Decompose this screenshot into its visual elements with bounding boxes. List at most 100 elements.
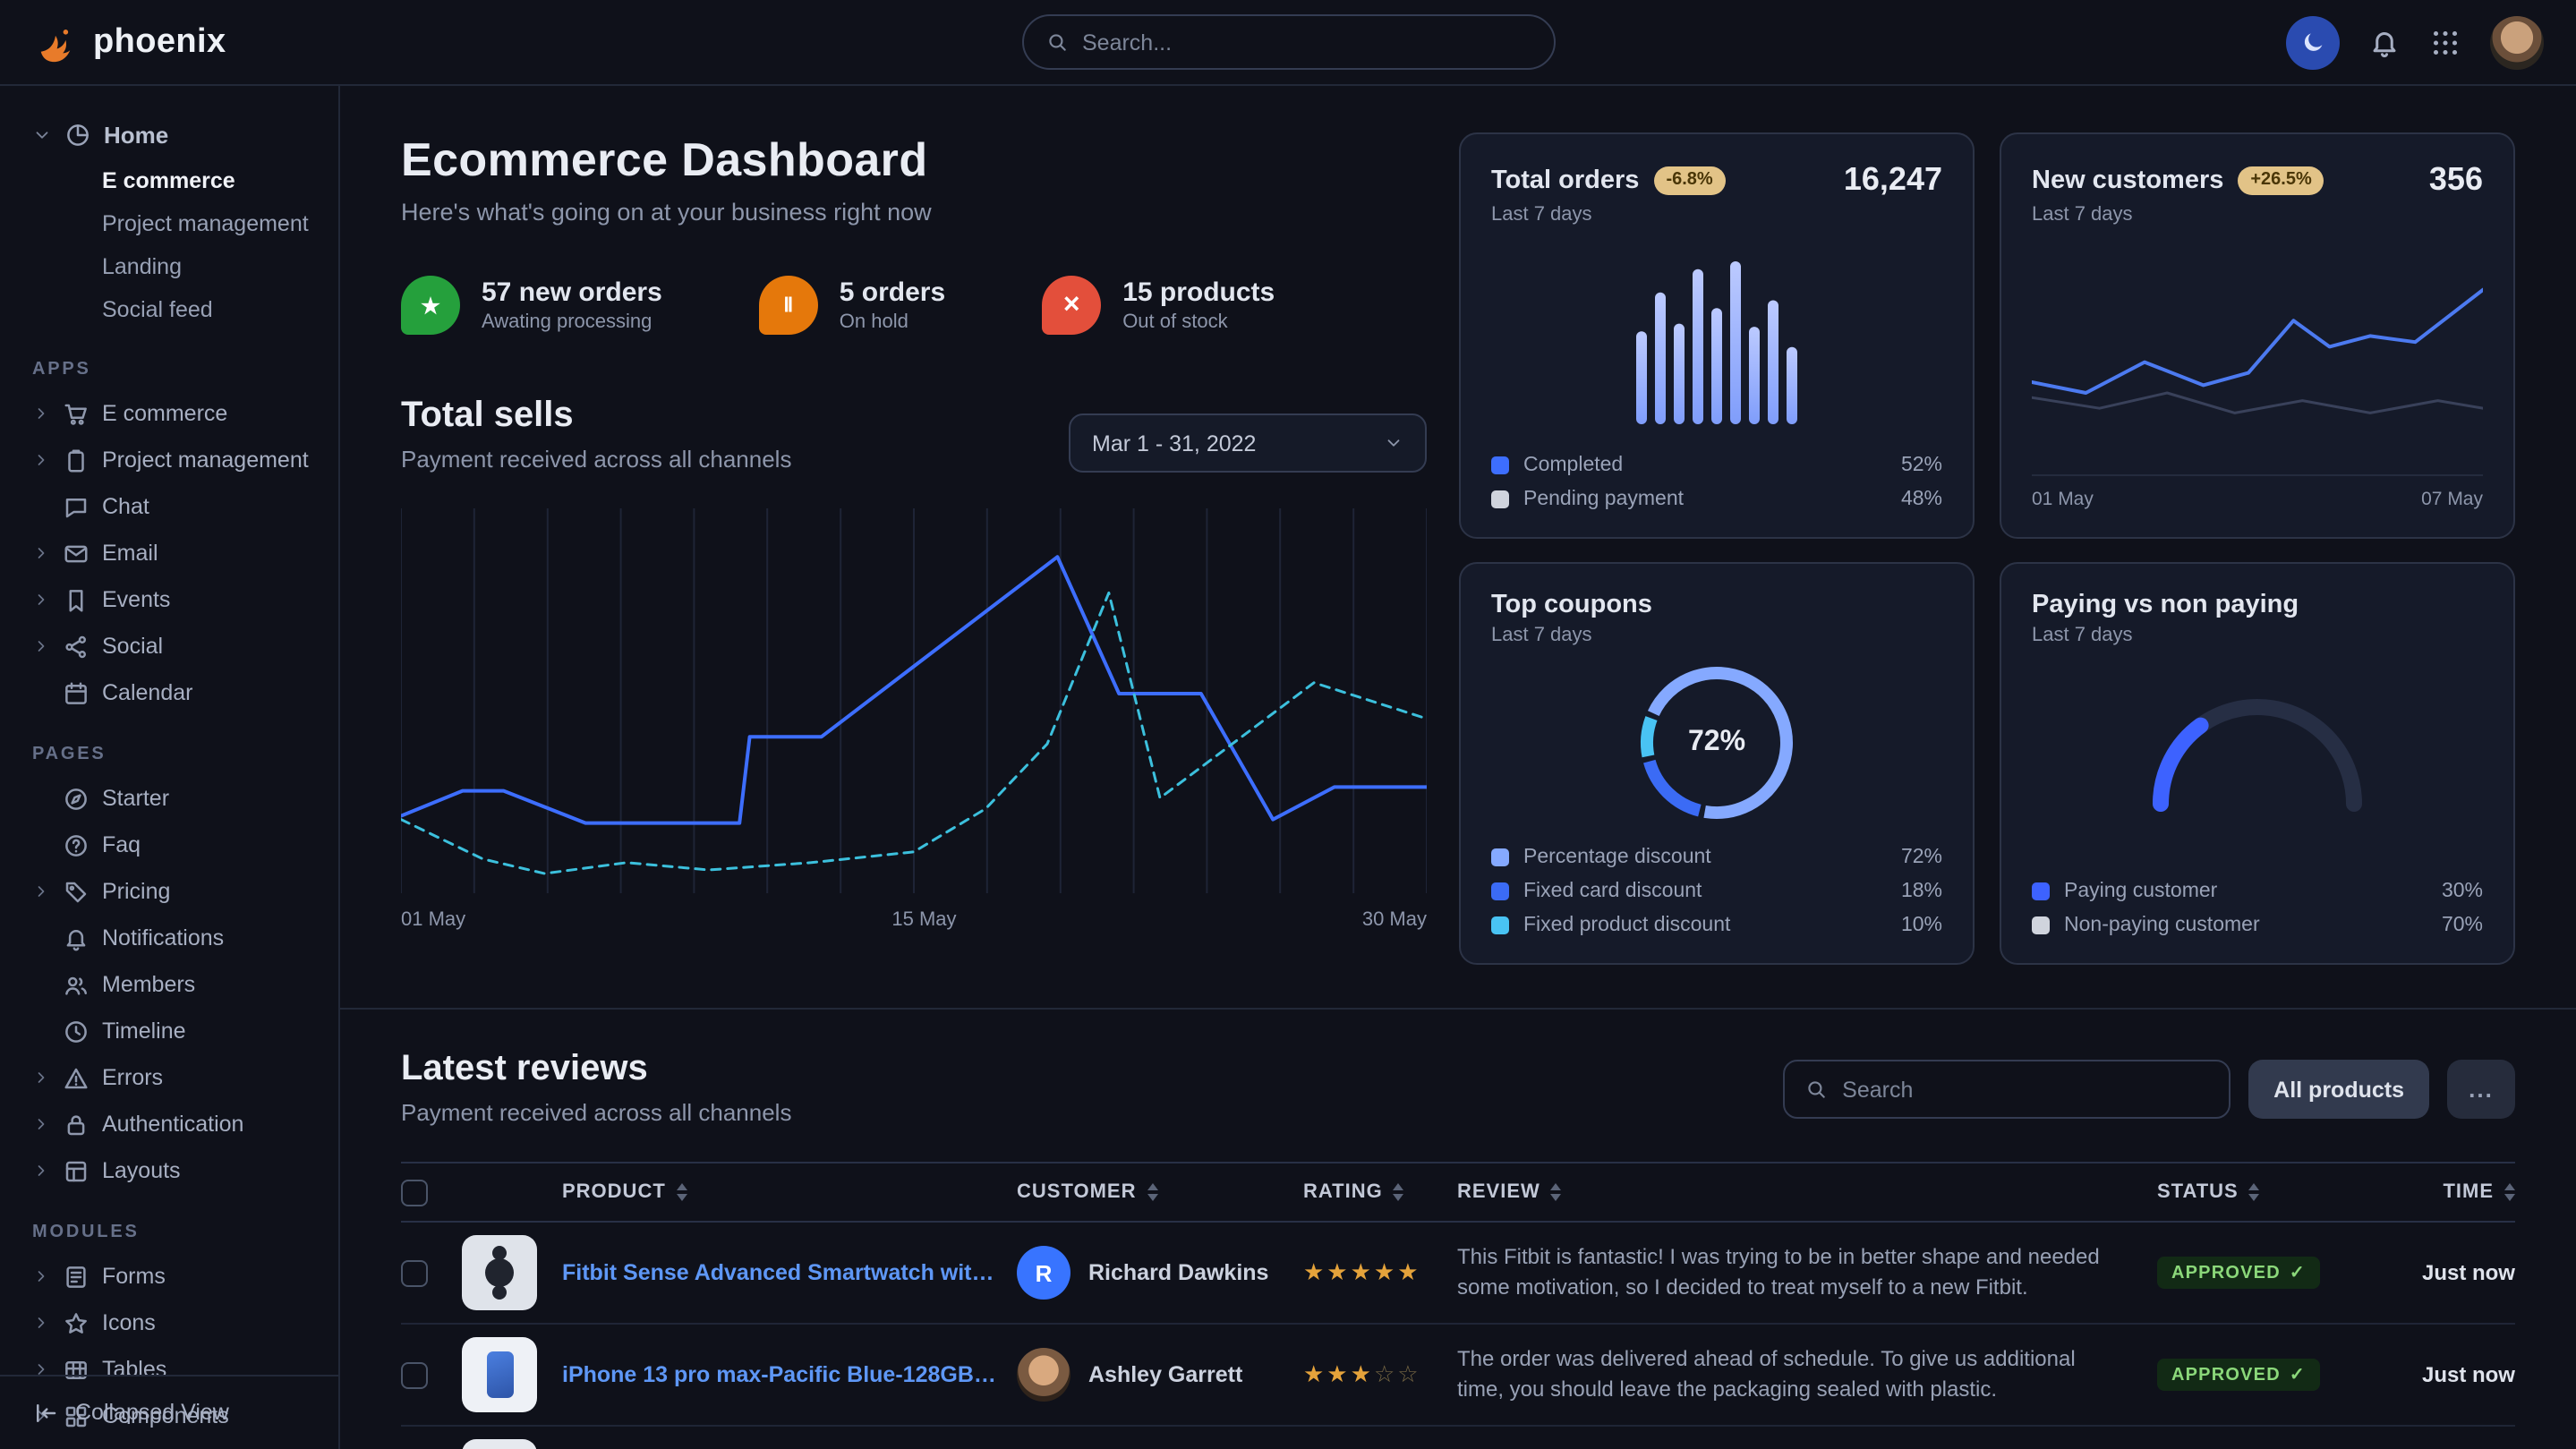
legend-item: Fixed card discount 18% [1491,881,1942,902]
question-icon [63,831,90,858]
legend-swatch [1491,456,1509,474]
chevron-spacer [32,1022,50,1040]
legend-item: Fixed product discount 10% [1491,915,1942,936]
collapsed-view-toggle[interactable]: Collapsed View [0,1374,338,1449]
sidebar-item-timeline[interactable]: Timeline [0,1008,338,1054]
legend-item: Non-paying customer 70% [2032,915,2483,936]
reviews-search [1783,1060,2231,1119]
sidebar-item-calendar[interactable]: Calendar [0,669,338,716]
stat-label: On hold [840,311,945,333]
sidebar-item-label: Forms [102,1264,166,1289]
table-row: iPhone 13 pro max-Pacific Blue-128GB sto… [401,1325,2515,1427]
stat-item: ★ 57 new orders Awating processing [401,276,662,335]
legend-label: Pending payment [1523,489,1684,510]
sort-icon [677,1183,687,1201]
card-value: 16,247 [1844,161,1942,199]
sidebar-item-events[interactable]: Events [0,576,338,623]
table-row: Fitbit Sense Advanced Smartwatch with To… [401,1223,2515,1325]
collapse-icon [32,1399,59,1426]
sidebar-subitem-e-commerce[interactable]: E commerce [0,159,338,202]
more-options-button[interactable]: ... [2447,1060,2515,1119]
sidebar-item-forms[interactable]: Forms [0,1253,338,1300]
legend-value: 72% [1901,847,1942,868]
reviews-table: PRODUCTCUSTOMERRATINGREVIEWSTATUSTIME Fi… [401,1162,2515,1449]
column-header-product[interactable]: PRODUCT [462,1181,1017,1203]
sort-icon [1394,1183,1404,1201]
sidebar-item-label: Calendar [102,680,192,705]
sidebar-item-label: Timeline [102,1019,186,1044]
row-checkbox[interactable] [401,1361,428,1388]
star-icon [63,1309,90,1336]
apps-grid-icon[interactable] [2429,26,2461,58]
sidebar-item-label: E commerce [102,401,227,426]
x-axis-label: 15 May [891,909,956,931]
chevron-down-icon [1384,433,1403,453]
review-time: Just now [2358,1362,2515,1387]
product-link[interactable]: iPhone 13 pro max-Pacific Blue-128GB sto… [562,1362,999,1387]
sidebar-item-label: Icons [102,1310,156,1335]
product-link[interactable]: Fitbit Sense Advanced Smartwatch with To… [562,1260,999,1285]
chevron-right-icon [32,1162,50,1180]
sidebar-item-e-commerce[interactable]: E commerce [0,390,338,437]
sort-icon [2249,1183,2260,1201]
sidebar-item-chat[interactable]: Chat [0,483,338,530]
sidebar-section-label: MODULES [0,1223,338,1242]
sidebar-item-errors[interactable]: Errors [0,1054,338,1101]
card-period: Last 7 days [2032,625,2483,646]
customer-avatar [1017,1348,1070,1402]
select-all-checkbox[interactable] [401,1179,428,1206]
date-range-select[interactable]: Mar 1 - 31, 2022 [1069,413,1427,473]
orders-bar-chart [1491,226,1942,442]
card-title: Total orders [1491,166,1639,194]
brand-logo[interactable]: phoenix [32,19,226,65]
table-header-row: PRODUCTCUSTOMERRATINGREVIEWSTATUSTIME [401,1162,2515,1223]
share-icon [63,633,90,660]
sidebar-item-starter[interactable]: Starter [0,775,338,822]
product-thumbnail [462,1439,537,1449]
notifications-bell-icon[interactable] [2368,26,2401,58]
sidebar-item-icons[interactable]: Icons [0,1300,338,1346]
all-products-button[interactable]: All products [2248,1060,2429,1119]
sidebar-item-notifications[interactable]: Notifications [0,915,338,961]
sidebar-item-social[interactable]: Social [0,623,338,669]
sidebar-subitem-project-management[interactable]: Project management [0,202,338,245]
legend-label: Fixed product discount [1523,915,1730,936]
sidebar-item-email[interactable]: Email [0,530,338,576]
legend-value: 70% [2442,915,2483,936]
reviews-search-input[interactable] [1842,1077,2209,1102]
legend-label: Paying customer [2064,881,2217,902]
legend-swatch [1491,916,1509,934]
chevron-right-icon [32,591,50,609]
column-header-review[interactable]: REVIEW [1457,1181,2157,1203]
sidebar-subitem-social-feed[interactable]: Social feed [0,288,338,331]
sidebar-item-project-management[interactable]: Project management [0,437,338,483]
column-header-status[interactable]: STATUS [2157,1181,2358,1203]
sidebar-item-layouts[interactable]: Layouts [0,1147,338,1194]
change-badge: +26.5% [2238,166,2324,194]
new-customers-card: New customers +26.5% 356 Last 7 days 01 … [2000,132,2515,539]
row-checkbox[interactable] [401,1259,428,1286]
user-avatar[interactable] [2490,15,2544,69]
chevron-right-icon [32,1267,50,1285]
legend-value: 30% [2442,881,2483,902]
coupons-donut-chart: 72% [1634,661,1799,825]
sort-icon [2504,1183,2515,1201]
sidebar-item-authentication[interactable]: Authentication [0,1101,338,1147]
theme-toggle-button[interactable] [2286,15,2340,69]
sidebar-item-members[interactable]: Members [0,961,338,1008]
sidebar-subitem-landing[interactable]: Landing [0,245,338,288]
sidebar-item-home[interactable]: Home [0,111,338,159]
check-icon: ✓ [2290,1264,2306,1283]
legend-label: Completed [1523,455,1623,476]
column-header-rating[interactable]: RATING [1303,1181,1457,1203]
search-input[interactable] [1082,30,1531,55]
sidebar-item-label: Members [102,972,195,997]
chevron-spacer [32,976,50,993]
phoenix-dashboard: phoenix Home E commerceProject managemen… [0,0,2576,1449]
sidebar-item-pricing[interactable]: Pricing [0,868,338,915]
column-header-time[interactable]: TIME [2358,1181,2515,1203]
calendar-icon [63,679,90,706]
sidebar-item-label: Notifications [102,925,224,950]
column-header-customer[interactable]: CUSTOMER [1017,1181,1303,1203]
sidebar-item-faq[interactable]: Faq [0,822,338,868]
